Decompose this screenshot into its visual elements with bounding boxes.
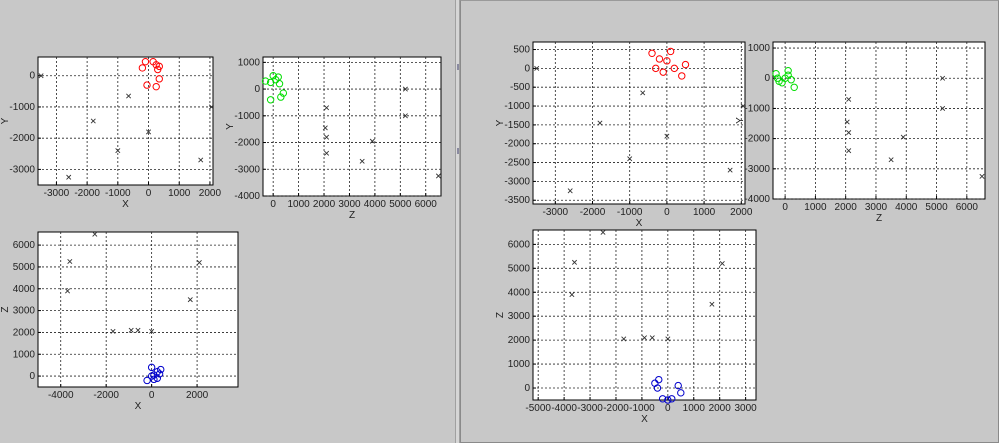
x-tick-label: -4000 <box>48 390 74 401</box>
x-tick-label: 1000 <box>168 188 191 199</box>
axes-2 <box>37 231 239 388</box>
y-tick-label: -1000 <box>234 111 260 122</box>
x-tick-label: 0 <box>782 202 788 213</box>
x-tick-label: -2000 <box>580 207 606 218</box>
x-axis-label: Z <box>349 210 355 221</box>
y-axis-label: Y <box>495 119 506 126</box>
x-tick-label: 3000 <box>865 202 888 213</box>
axes-4 <box>772 41 986 200</box>
x-tick-label: 6000 <box>415 199 438 210</box>
y-tick-label: 2000 <box>508 335 531 346</box>
x-tick-label: -1000 <box>617 207 643 218</box>
y-axis-label: Z <box>0 306 11 312</box>
x-axis-label: X <box>122 199 129 210</box>
x-tick-label: 2000 <box>313 199 336 210</box>
x-tick-label: 5000 <box>925 202 948 213</box>
y-tick-label: -2000 <box>504 139 530 150</box>
axes-1 <box>262 56 442 197</box>
axes-0 <box>37 56 214 186</box>
y-tick-label: -1000 <box>744 103 770 114</box>
y-axis-label: Z <box>495 312 506 318</box>
x-tick-label: 0 <box>665 403 671 414</box>
y-tick-label: 1000 <box>508 359 531 370</box>
axes-5 <box>532 229 757 401</box>
y-axis-label: Y <box>735 117 746 124</box>
y-tick-label: 0 <box>524 63 530 74</box>
x-axis-label: X <box>636 218 643 229</box>
x-tick-label: -4000 <box>551 403 577 414</box>
y-tick-label: 1000 <box>13 349 36 360</box>
y-tick-label: 3000 <box>508 311 531 322</box>
x-axis-label: X <box>135 401 142 412</box>
y-tick-label: 6000 <box>508 239 531 250</box>
y-tick-label: -4000 <box>234 191 260 202</box>
x-tick-label: -1000 <box>629 403 655 414</box>
x-tick-label: 2000 <box>835 202 858 213</box>
y-tick-label: -1000 <box>504 101 530 112</box>
y-tick-label: 0 <box>524 383 530 394</box>
y-tick-label: -3500 <box>504 195 530 206</box>
y-tick-label: -1000 <box>9 102 35 113</box>
x-tick-label: 2000 <box>199 188 222 199</box>
x-tick-label: -3000 <box>44 188 70 199</box>
x-tick-label: 2000 <box>709 403 732 414</box>
x-tick-label: 2000 <box>186 390 209 401</box>
x-tick-label: -5000 <box>525 403 551 414</box>
x-tick-label: 0 <box>664 207 670 218</box>
y-tick-label: 2000 <box>13 327 36 338</box>
x-tick-label: 0 <box>270 199 276 210</box>
x-tick-label: 4000 <box>895 202 918 213</box>
x-tick-label: -3000 <box>543 207 569 218</box>
x-tick-label: 1000 <box>804 202 827 213</box>
y-tick-label: 3000 <box>13 306 36 317</box>
y-tick-label: -2500 <box>504 158 530 169</box>
x-tick-label: 3000 <box>338 199 361 210</box>
x-tick-label: 4000 <box>364 199 387 210</box>
y-tick-label: -4000 <box>744 194 770 205</box>
y-tick-label: -3000 <box>9 164 35 175</box>
x-tick-label: 2000 <box>730 207 753 218</box>
y-tick-label: -3000 <box>744 164 770 175</box>
x-axis-label: Z <box>876 213 882 224</box>
x-tick-label: 3000 <box>735 403 758 414</box>
x-tick-label: 0 <box>146 188 152 199</box>
x-axis-label: X <box>641 414 648 425</box>
x-tick-label: -2000 <box>603 403 629 414</box>
y-tick-label: 6000 <box>13 240 36 251</box>
x-tick-label: 0 <box>149 390 155 401</box>
y-tick-label: -3000 <box>504 176 530 187</box>
y-tick-label: 0 <box>254 84 260 95</box>
y-tick-label: -500 <box>510 82 530 93</box>
y-tick-label: 1000 <box>748 43 771 54</box>
scatter-figures: -3000 -2000 -1000 0 1000 2000-3000-2000-10000… <box>0 41 986 425</box>
x-tick-label: -2000 <box>93 390 119 401</box>
x-tick-label: 6000 <box>956 202 979 213</box>
y-tick-label: 5000 <box>13 262 36 273</box>
y-tick-label: 4000 <box>13 284 36 295</box>
y-tick-label: 0 <box>29 371 35 382</box>
axes-3 <box>532 41 746 205</box>
y-tick-label: 1000 <box>238 57 261 68</box>
y-tick-label: 0 <box>29 71 35 82</box>
x-tick-label: 1000 <box>693 207 716 218</box>
y-axis-label: Y <box>225 123 236 130</box>
y-tick-label: 0 <box>764 73 770 84</box>
y-tick-label: -3000 <box>234 164 260 175</box>
x-tick-label: -1000 <box>105 188 131 199</box>
y-axis-label: Y <box>0 117 11 124</box>
y-tick-label: 500 <box>513 45 530 56</box>
y-tick-label: -2000 <box>744 134 770 145</box>
x-tick-label: 1000 <box>287 199 310 210</box>
y-tick-label: 5000 <box>508 263 531 274</box>
x-tick-label: 5000 <box>389 199 412 210</box>
x-tick-label: -3000 <box>577 403 603 414</box>
x-tick-label: -2000 <box>74 188 100 199</box>
y-tick-label: -2000 <box>9 133 35 144</box>
y-tick-label: 4000 <box>508 287 531 298</box>
y-tick-label: -2000 <box>234 138 260 149</box>
x-tick-label: 1000 <box>683 403 706 414</box>
y-tick-label: -1500 <box>504 120 530 131</box>
